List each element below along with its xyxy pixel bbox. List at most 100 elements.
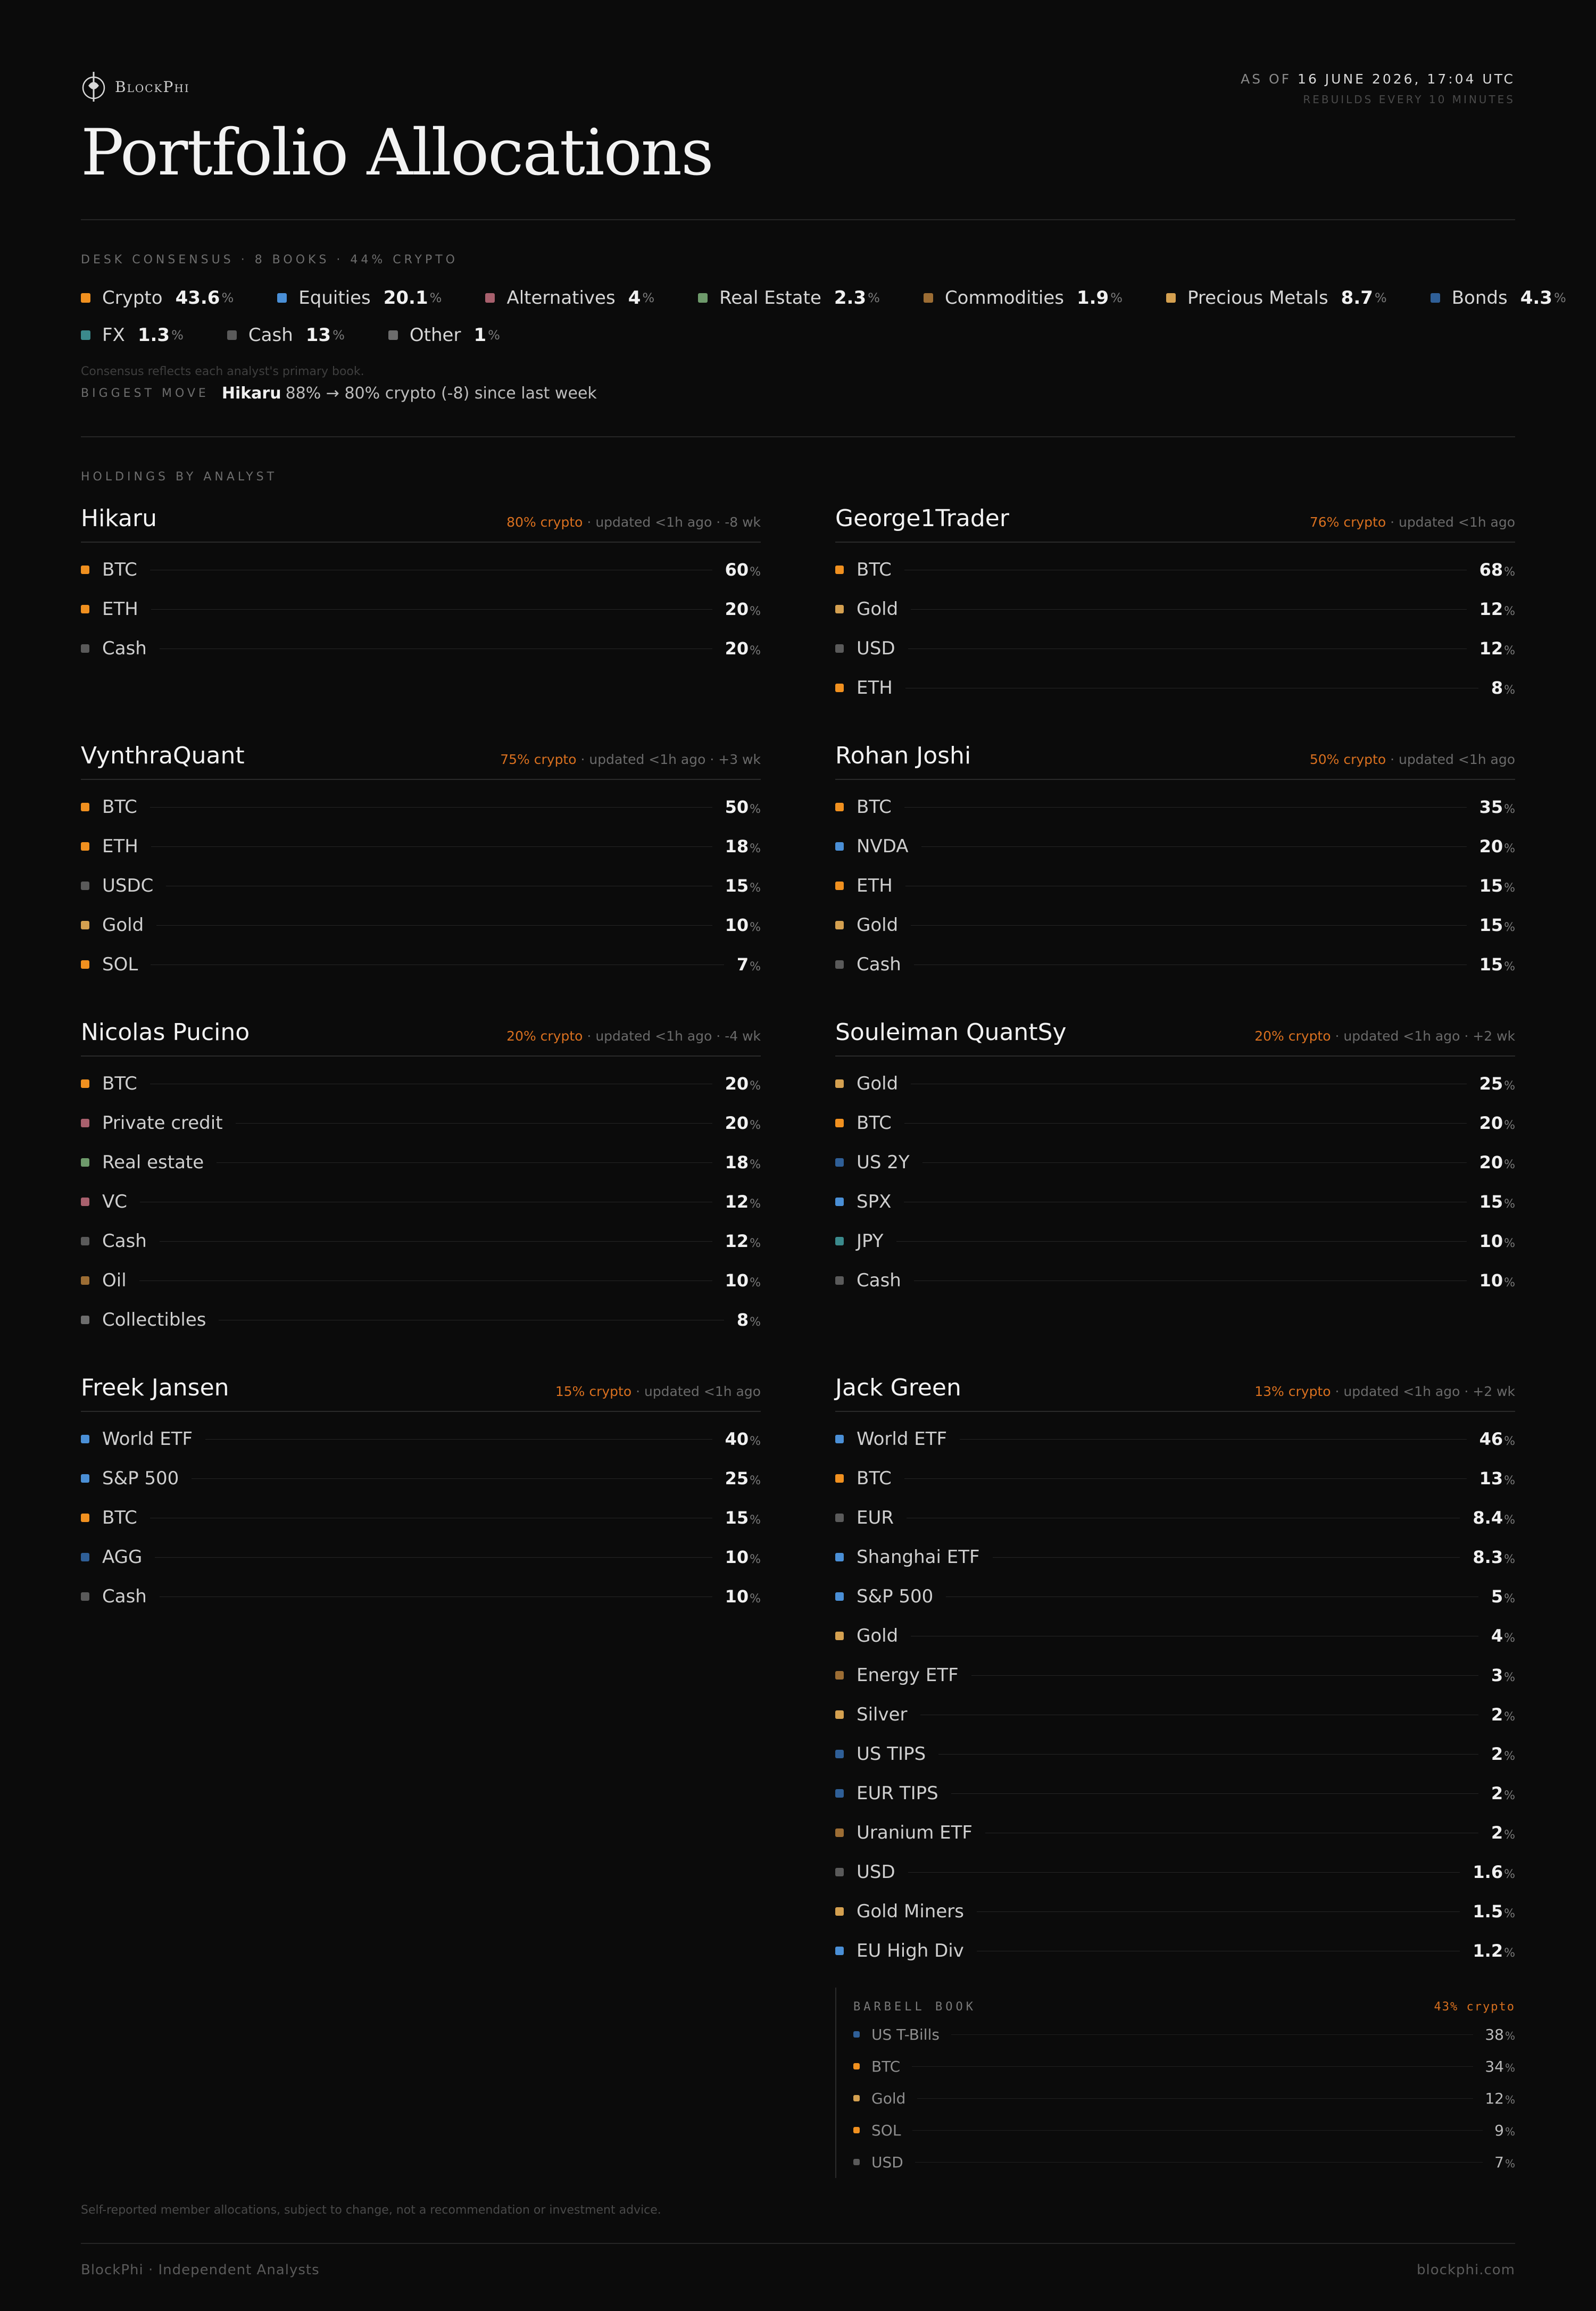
holding-row[interactable]: BTC 15%	[81, 1498, 761, 1537]
analyst-card-header: Souleiman QuantSy 20% crypto · updated <1…	[835, 1018, 1515, 1057]
analyst-name[interactable]: Freek Jansen	[81, 1374, 229, 1401]
percent-unit: %	[750, 1316, 761, 1329]
holding-row[interactable]: Cash 10%	[835, 1261, 1515, 1300]
update-status: updated <1h ago	[1398, 514, 1515, 530]
analyst-meta: 80% crypto · updated <1h ago · -8 wk	[506, 514, 761, 532]
holding-row[interactable]: World ETF 40%	[81, 1419, 761, 1459]
consensus-item[interactable]: Bonds 4.3%	[1430, 287, 1566, 309]
barbell-row[interactable]: USD 7%	[853, 2146, 1515, 2178]
analyst-name[interactable]: George1Trader	[835, 505, 1009, 532]
holding-row[interactable]: EUR 8.4%	[835, 1498, 1515, 1537]
update-status: updated <1h ago	[1398, 752, 1515, 767]
holding-row[interactable]: SOL 7%	[81, 945, 761, 984]
barbell-row[interactable]: SOL 9%	[853, 2114, 1515, 2146]
holding-row[interactable]: AGG 10%	[81, 1537, 761, 1577]
holding-row[interactable]: USD 12%	[835, 629, 1515, 668]
analyst-name[interactable]: VynthraQuant	[81, 742, 245, 769]
analyst-name[interactable]: Jack Green	[835, 1374, 961, 1401]
percent-value: 7	[736, 954, 749, 975]
holding-row[interactable]: BTC 50%	[81, 787, 761, 827]
consensus-item[interactable]: Precious Metals 8.7%	[1166, 287, 1387, 309]
holding-row[interactable]: Cash 15%	[835, 945, 1515, 984]
holding-row[interactable]: S&P 500 25%	[81, 1459, 761, 1498]
leader-line	[205, 1439, 712, 1440]
holding-row[interactable]: Gold Miners 1.5%	[835, 1892, 1515, 1931]
holding-row[interactable]: BTC 13%	[835, 1459, 1515, 1498]
holding-row[interactable]: Shanghai ETF 8.3%	[835, 1537, 1515, 1577]
holding-row[interactable]: BTC 68%	[835, 550, 1515, 589]
consensus-item[interactable]: Cash 13%	[227, 325, 345, 346]
holding-row[interactable]: USDC 15%	[81, 866, 761, 905]
holding-row[interactable]: BTC 20%	[835, 1103, 1515, 1143]
holding-row[interactable]: Oil 10%	[81, 1261, 761, 1300]
asset-name: BTC	[102, 1073, 137, 1094]
crypto-share: 20% crypto	[1254, 1028, 1331, 1044]
barbell-row[interactable]: BTC 34%	[853, 2050, 1515, 2082]
percent-unit: %	[1504, 1828, 1515, 1842]
holding-row[interactable]: Gold 4%	[835, 1616, 1515, 1656]
percent-value: 15	[1479, 915, 1503, 935]
holding-row[interactable]: Real estate 18%	[81, 1143, 761, 1182]
holding-row[interactable]: S&P 500 5%	[835, 1577, 1515, 1616]
holding-row[interactable]: US 2Y 20%	[835, 1143, 1515, 1182]
holding-row[interactable]: BTC 60%	[81, 550, 761, 589]
holding-row[interactable]: Private credit 20%	[81, 1103, 761, 1143]
percent-unit: %	[1504, 566, 1515, 579]
holding-row[interactable]: Cash 12%	[81, 1221, 761, 1261]
holding-row[interactable]: Cash 20%	[81, 629, 761, 668]
holding-percent: 12%	[1479, 599, 1515, 619]
barbell-row[interactable]: US T-Bills 38%	[853, 2018, 1515, 2050]
asset-name: Gold	[857, 1625, 899, 1647]
analyst-name[interactable]: Nicolas Pucino	[81, 1019, 250, 1046]
holding-row[interactable]: VC 12%	[81, 1182, 761, 1221]
holding-row[interactable]: ETH 15%	[835, 866, 1515, 905]
consensus-item[interactable]: Commodities 1.9%	[923, 287, 1123, 309]
holding-row[interactable]: ETH 18%	[81, 827, 761, 866]
analyst-name[interactable]: Hikaru	[81, 505, 157, 532]
consensus-item[interactable]: FX 1.3%	[81, 325, 184, 346]
analyst-card: George1Trader 76% crypto · updated <1h ag…	[835, 504, 1515, 708]
holding-row[interactable]: ETH 8%	[835, 668, 1515, 708]
asset-name: US TIPS	[857, 1743, 926, 1765]
holding-row[interactable]: EUR TIPS 2%	[835, 1774, 1515, 1813]
holding-row[interactable]: Energy ETF 3%	[835, 1656, 1515, 1695]
holding-row[interactable]: Silver 2%	[835, 1695, 1515, 1734]
percent-value: 40	[725, 1429, 749, 1449]
brand[interactable]: BlockPhi	[81, 68, 190, 105]
holding-row[interactable]: World ETF 46%	[835, 1419, 1515, 1459]
biggest-move-analyst[interactable]: Hikaru	[222, 384, 281, 403]
consensus-item[interactable]: Real Estate 2.3%	[698, 287, 880, 309]
percent-value: 20	[725, 1074, 749, 1094]
holding-row[interactable]: EU High Div 1.2%	[835, 1931, 1515, 1971]
holding-row[interactable]: SPX 15%	[835, 1182, 1515, 1221]
holding-row[interactable]: USD 1.6%	[835, 1852, 1515, 1892]
holding-row[interactable]: ETH 20%	[81, 589, 761, 629]
analyst-name[interactable]: Souleiman QuantSy	[835, 1019, 1067, 1046]
leader-line	[149, 807, 712, 808]
consensus-item[interactable]: Alternatives 4%	[485, 287, 654, 309]
barbell-row[interactable]: Gold 12%	[853, 2082, 1515, 2114]
percent-unit: %	[1504, 1947, 1515, 1960]
holding-row[interactable]: US TIPS 2%	[835, 1734, 1515, 1774]
swatch-icon	[835, 803, 844, 811]
holding-row[interactable]: Gold 15%	[835, 905, 1515, 945]
consensus-item[interactable]: Crypto 43.6%	[81, 287, 234, 309]
holding-row[interactable]: NVDA 20%	[835, 827, 1515, 866]
analyst-name[interactable]: Rohan Joshi	[835, 742, 971, 769]
holding-row[interactable]: Gold 25%	[835, 1064, 1515, 1103]
holding-row[interactable]: Cash 10%	[81, 1577, 761, 1616]
holding-row[interactable]: Gold 12%	[835, 589, 1515, 629]
consensus-item[interactable]: Equities 20.1%	[277, 287, 442, 309]
holding-row[interactable]: BTC 20%	[81, 1064, 761, 1103]
holding-row[interactable]: BTC 35%	[835, 787, 1515, 827]
holding-row[interactable]: JPY 10%	[835, 1221, 1515, 1261]
barbell-book: BARBELL BOOK 43% crypto US T-Bills 38% BTC…	[835, 1988, 1515, 2178]
holding-row[interactable]: Collectibles 8%	[81, 1300, 761, 1340]
percent-unit: %	[1504, 1158, 1515, 1171]
crypto-share: 75% crypto	[500, 752, 577, 767]
consensus-item[interactable]: Other 1%	[388, 325, 500, 346]
holding-row[interactable]: Gold 10%	[81, 905, 761, 945]
consensus-label: Equities	[298, 287, 371, 309]
footer-link[interactable]: blockphi.com	[1417, 2262, 1515, 2278]
holding-row[interactable]: Uranium ETF 2%	[835, 1813, 1515, 1852]
